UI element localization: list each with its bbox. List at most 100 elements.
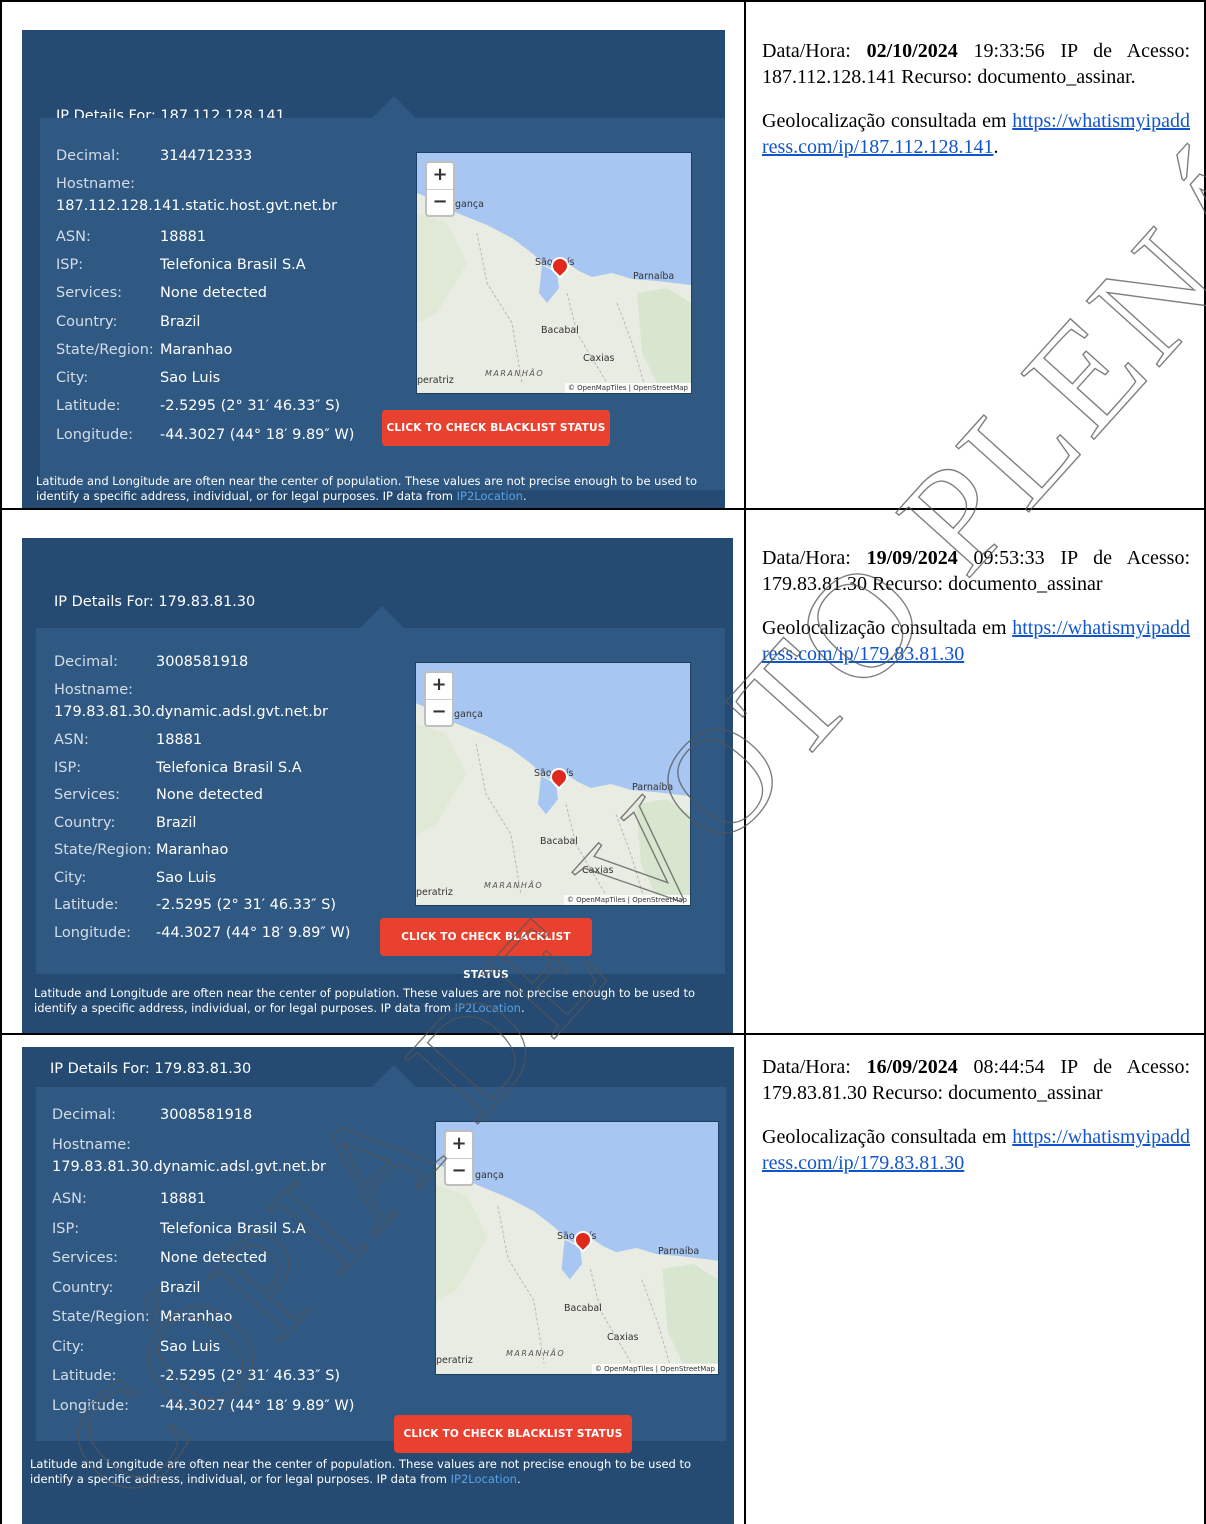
ip-field-row: Decimal: 3144712333: [56, 148, 386, 170]
ip-field-value: Telefonica Brasil S.A: [160, 1220, 306, 1237]
ip2location-link[interactable]: IP2Location: [455, 1001, 521, 1015]
check-blacklist-button[interactable]: CLICK TO CHECK BLACKLIST STATUS: [382, 410, 610, 446]
ip-field-row: ASN: 18881: [52, 1191, 382, 1213]
zoom-in-button[interactable]: +: [427, 163, 453, 190]
ip-details-title: IP Details For: 179.83.81.30: [50, 1061, 252, 1077]
date-label: Data/Hora:: [762, 1056, 851, 1078]
ip-field-label: ISP:: [52, 1220, 80, 1237]
ip-field-value: 179.83.81.30.dynamic.adsl.gvt.net.br: [52, 1158, 326, 1175]
map-place-label: Bacabal: [540, 836, 578, 847]
ip-details-screenshot: IP Details For: 187.112.128.141 Decimal: 3…: [22, 30, 725, 508]
ip-field-row: Country: Brazil: [56, 314, 386, 336]
check-blacklist-button[interactable]: CLICK TO CHECK BLACKLIST STATUS: [394, 1415, 632, 1453]
ip-field-row: Decimal: 3008581918: [54, 654, 384, 676]
zoom-in-button[interactable]: +: [426, 673, 452, 700]
table-rule: [744, 0, 746, 1524]
map-place-label: Bacabal: [541, 325, 579, 336]
table-rule: [0, 1033, 1206, 1035]
ip-details-title: IP Details For: 179.83.81.30: [54, 594, 256, 610]
ip-field-label: Latitude:: [54, 897, 119, 914]
location-map[interactable]: +−gançaSão LuísParnaíbaBacabalCaxiaspera…: [416, 152, 692, 394]
map-zoom-control: + −: [425, 161, 455, 217]
map-place-label: gança: [475, 1170, 504, 1181]
ip-field-label: ASN:: [54, 732, 89, 749]
zoom-out-button[interactable]: −: [427, 190, 453, 216]
map-place-label: MARANHÃO: [485, 369, 545, 378]
ip-field-row: ASN: 18881: [56, 229, 386, 251]
zoom-out-button[interactable]: −: [426, 700, 452, 726]
ip-field-row: ISP: Telefonica Brasil S.A: [56, 257, 386, 279]
ip-field-label: Decimal:: [54, 654, 119, 670]
ip-field-value: -44.3027 (44° 18′ 9.89″ W): [160, 426, 355, 443]
map-place-label: gança: [454, 709, 483, 720]
ip-field-label: Longitude:: [52, 1397, 130, 1414]
ip-field-row: Longitude: -44.3027 (44° 18′ 9.89″ W): [56, 427, 386, 449]
map-place-label: gança: [455, 199, 484, 210]
ip-field-value: Maranhao: [156, 842, 229, 859]
location-disclaimer: Latitude and Longitude are often near th…: [34, 986, 725, 1016]
location-map[interactable]: +−gançaSão LuísParnaíbaBacabalCaxiaspera…: [415, 662, 691, 906]
ip-details-screenshot: IP Details For: 179.83.81.30 Decimal: 3008…: [22, 1047, 734, 1524]
ip-field-value: -2.5295 (2° 31′ 46.33″ S): [156, 897, 337, 914]
disclaimer-end: .: [516, 1472, 521, 1486]
geolocation-info: Geolocalização consultada em https://wha…: [762, 1124, 1190, 1176]
date-label: Data/Hora:: [762, 547, 851, 569]
geolocation-text: Geolocalização consultada em: [762, 617, 1007, 639]
map-place-label: Caxias: [582, 865, 614, 876]
ip-field-value: -2.5295 (2° 31′ 46.33″ S): [160, 398, 341, 415]
ip2location-link[interactable]: IP2Location: [457, 489, 523, 503]
ip-field-label: Services:: [52, 1250, 119, 1267]
ip-field-row: State/Region: Maranhao: [56, 342, 386, 364]
ip-field-row: ASN: 18881: [54, 732, 384, 754]
map-place-label: Bacabal: [564, 1303, 602, 1314]
ip-field-value: Telefonica Brasil S.A: [160, 256, 306, 273]
disclaimer-end: .: [520, 1001, 525, 1015]
zoom-in-button[interactable]: +: [446, 1132, 472, 1159]
check-blacklist-button[interactable]: CLICK TO CHECK BLACKLIST STATUS: [380, 918, 592, 981]
ip-field-label: Hostname:: [54, 681, 134, 698]
ip-field-label: ISP:: [56, 256, 84, 273]
ip2location-link[interactable]: IP2Location: [451, 1472, 517, 1486]
ip-field-row: Longitude: -44.3027 (44° 18′ 9.89″ W): [52, 1398, 382, 1420]
geolocation-text: Geolocalização consultada em: [762, 110, 1007, 132]
ip-field-label: Country:: [52, 1279, 114, 1296]
ip-field-value: None detected: [160, 1250, 267, 1267]
ip-field-value: 3144712333: [160, 148, 253, 164]
geolocation-text: Geolocalização consultada em: [762, 1126, 1007, 1148]
ip-field-value: Maranhao: [160, 1309, 233, 1326]
ip-field-label: State/Region:: [56, 341, 154, 358]
map-place-label: Caxias: [607, 1332, 639, 1343]
ip-field-value: 18881: [160, 228, 207, 245]
ip-field-value: 18881: [156, 732, 203, 749]
ip-field-value: Sao Luis: [156, 869, 217, 886]
ip-field-label: Country:: [56, 313, 118, 330]
ip-field-row: ISP: Telefonica Brasil S.A: [54, 760, 384, 782]
ip-field-row: Services: None detected: [54, 787, 384, 809]
ip-field-label: State/Region:: [54, 842, 152, 859]
ip-field-value: Brazil: [156, 814, 197, 831]
access-info: Data/Hora: 16/09/2024 08:44:54 IP de Ace…: [762, 1054, 1190, 1106]
zoom-out-button[interactable]: −: [446, 1159, 472, 1185]
ip-field-value: 187.112.128.141.static.host.gvt.net.br: [56, 198, 338, 215]
ip-field-row: Country: Brazil: [52, 1280, 382, 1302]
ip-field-value: -44.3027 (44° 18′ 9.89″ W): [160, 1397, 355, 1414]
table-rule: [0, 0, 2, 1524]
ip-field-row: Latitude: -2.5295 (2° 31′ 46.33″ S): [52, 1368, 382, 1390]
map-place-label: Parnaíba: [633, 271, 675, 282]
link-suffix: .: [993, 136, 999, 158]
ip-field-value: None detected: [156, 787, 263, 804]
ip-field-label: City:: [52, 1338, 85, 1355]
ip-field-row: Latitude: -2.5295 (2° 31′ 46.33″ S): [54, 897, 384, 919]
ip-field-value: -44.3027 (44° 18′ 9.89″ W): [156, 924, 351, 941]
ip-field-value: 3008581918: [156, 654, 249, 670]
ip-field-label: Decimal:: [52, 1107, 117, 1123]
ip-field-row: Country: Brazil: [54, 815, 384, 837]
location-map[interactable]: +−gançaSão LuísParnaíbaBacabalCaxiaspera…: [435, 1121, 719, 1375]
map-place-label: Parnaíba: [632, 782, 674, 793]
ip-field-row: City: Sao Luis: [54, 870, 384, 892]
ip-field-row: Services: None detected: [52, 1250, 382, 1272]
access-note: Data/Hora: 19/09/2024 09:53:33 IP de Ace…: [762, 545, 1190, 667]
access-note: Data/Hora: 16/09/2024 08:44:54 IP de Ace…: [762, 1054, 1190, 1176]
ip-field-label: Hostname:: [52, 1136, 132, 1153]
ip-field-row: City: Sao Luis: [52, 1339, 382, 1361]
